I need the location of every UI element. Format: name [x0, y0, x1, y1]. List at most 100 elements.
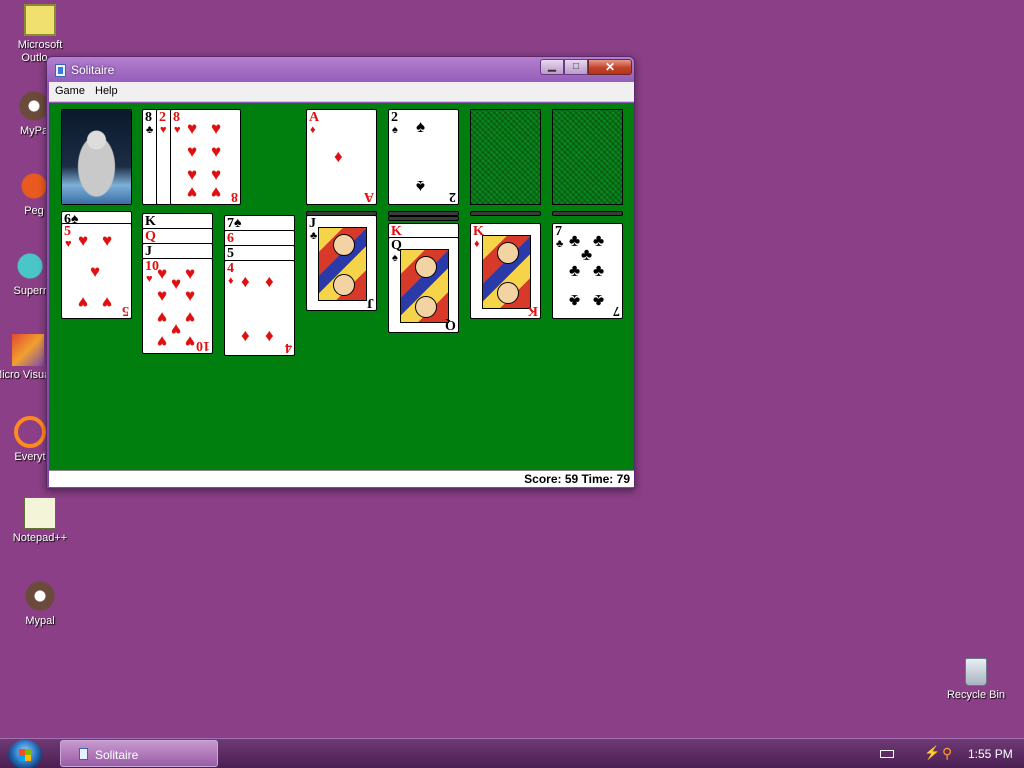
- card-suit: ♥: [160, 124, 167, 136]
- card-pip: ♥: [185, 308, 196, 327]
- visual-studio-icon: [12, 334, 44, 366]
- card-pip: ♣: [581, 245, 593, 264]
- menu-game[interactable]: Game: [55, 85, 85, 97]
- card-rank-bottom: J: [367, 295, 374, 310]
- card-pip: ♥: [78, 231, 89, 250]
- card-suit: ♣: [310, 230, 318, 242]
- system-clock[interactable]: 1:55 PM: [968, 747, 1013, 761]
- taskbar-button-label: Solitaire: [95, 748, 139, 762]
- tableau-4-top-card[interactable]: J ♣ J: [306, 215, 377, 311]
- card-rank: 7: [555, 224, 562, 239]
- card-pip: ♥: [187, 119, 198, 138]
- card-pip: ♠: [416, 177, 426, 196]
- card-rank: A: [309, 110, 320, 125]
- card-rank-bottom: 4: [285, 340, 292, 355]
- card-pip: ♥: [157, 264, 168, 283]
- card-pip: ♦: [265, 326, 274, 345]
- foundation-1[interactable]: A ♦ ♦ A: [306, 109, 377, 205]
- card-pip: ♥: [185, 286, 196, 305]
- facedown-edge: [470, 211, 541, 216]
- card-rank: 5: [227, 246, 234, 261]
- taskbar-button-solitaire[interactable]: Solitaire: [60, 740, 218, 767]
- keyboard-icon[interactable]: [880, 750, 894, 758]
- desktop-icon-notepadpp[interactable]: Notepad++: [0, 497, 80, 545]
- waste-top-card[interactable]: 8 ♥ ♥ ♥ ♥ ♥ ♥ ♥ ♥ ♥ 8: [170, 109, 241, 205]
- search-icon[interactable]: ⚲: [942, 745, 956, 761]
- game-table[interactable]: 8 ♣ 2 ♥ 8 ♥ ♥ ♥ ♥ ♥ ♥ ♥ ♥ ♥ 8 A ♦ ♦ A 2: [49, 103, 634, 471]
- foundation-3-empty[interactable]: [470, 109, 541, 205]
- maximize-button[interactable]: □: [564, 59, 588, 75]
- minimize-button[interactable]: ▁: [540, 59, 564, 75]
- card-rank-bottom: 7: [613, 303, 620, 318]
- close-icon: ✕: [604, 60, 616, 74]
- card-suit: ♦: [228, 275, 234, 287]
- card-pip: ♠: [416, 117, 426, 136]
- card-pip: ♥: [157, 332, 168, 351]
- card-rank: 5: [64, 224, 71, 239]
- card-suit: ♠: [392, 252, 398, 264]
- stock-pile[interactable]: [61, 109, 132, 205]
- card-pip: ♣: [569, 231, 581, 250]
- maximize-icon: □: [572, 61, 580, 72]
- card-suit: ♣: [146, 124, 154, 136]
- card-suit: ♥: [146, 273, 153, 285]
- recycle-bin-icon: [965, 658, 987, 686]
- card-pip: ♥: [185, 332, 196, 351]
- facedown-edge: [552, 211, 623, 216]
- king-face-art: [482, 235, 531, 309]
- desktop-icon-mypal[interactable]: Mypal: [0, 580, 80, 628]
- menu-help[interactable]: Help: [95, 85, 118, 97]
- card-rank: 8: [145, 110, 152, 125]
- globe-icon: [14, 250, 46, 282]
- solitaire-window[interactable]: Solitaire ▁ □ ✕ Game Help 8 ♣ 2 ♥ 8 ♥ ♥ …: [46, 56, 635, 489]
- card-rank-bottom: 5: [122, 303, 129, 318]
- card-pip: ♥: [187, 142, 198, 161]
- menu-bar: Game Help: [49, 82, 634, 102]
- card-pip: ♦: [265, 272, 274, 291]
- card-suit: ♥: [65, 238, 72, 250]
- tableau-1-top-card[interactable]: 5 ♥ ♥ ♥ ♥ ♥ ♥ 5: [61, 223, 132, 319]
- card-pip: ♥: [187, 183, 198, 202]
- card-rank-bottom: 2: [449, 189, 456, 204]
- taskbar: Solitaire ⚡ ⚲ 1:55 PM: [0, 738, 1024, 768]
- card-suit: ♦: [310, 124, 316, 136]
- tableau-6-top-card[interactable]: K ♦ K: [470, 223, 541, 319]
- card-rank: Q: [145, 229, 156, 244]
- card-pip: ♥: [90, 262, 101, 281]
- astronaut-card-back: [62, 110, 131, 204]
- foundation-4-empty[interactable]: [552, 109, 623, 205]
- foundation-2[interactable]: 2 ♠ ♠ ♠ 2: [388, 109, 459, 205]
- raccoon-icon: [24, 580, 56, 612]
- solitaire-app-icon: [55, 64, 66, 77]
- card-pip: ♥: [78, 293, 89, 312]
- card-rank: 4: [227, 261, 234, 276]
- card-rank: J: [145, 244, 152, 259]
- tableau-2-top-card[interactable]: 10 ♥ ♥ ♥ ♥ ♥ ♥ ♥ ♥ ♥ ♥ ♥ 10: [142, 258, 213, 354]
- card-rank-bottom: 8: [231, 189, 238, 204]
- tableau-7-top-card[interactable]: 7 ♣ ♣ ♣ ♣ ♣ ♣ ♣ ♣ 7: [552, 223, 623, 319]
- desktop-icon-recycle-bin[interactable]: Recycle Bin: [936, 658, 1016, 702]
- tableau-5-top-card[interactable]: Q ♠ Q: [388, 237, 459, 333]
- network-icon[interactable]: ⚡: [924, 746, 940, 760]
- card-suit: ♠: [392, 124, 398, 136]
- card-pip: ♥: [211, 165, 222, 184]
- card-suit: ♣: [556, 238, 564, 250]
- card-pip: ♥: [211, 142, 222, 161]
- title-bar[interactable]: Solitaire ▁ □ ✕: [47, 57, 634, 83]
- card-pip: ♣: [593, 261, 605, 280]
- score-time-readout: Score: 59 Time: 79: [524, 472, 630, 486]
- start-button[interactable]: [8, 740, 42, 768]
- card-pip: ♣: [593, 291, 605, 310]
- tableau-3-top-card[interactable]: 4 ♦ ♦ ♦ ♦ ♦ 4: [224, 260, 295, 356]
- card-pip: ♦: [241, 326, 250, 345]
- card-rank-bottom: A: [363, 189, 374, 204]
- card-suit: ♦: [474, 238, 480, 250]
- card-pip: ♥: [171, 320, 182, 339]
- card-pip: ♥: [211, 183, 222, 202]
- close-button[interactable]: ✕: [588, 59, 632, 75]
- card-rank-bottom: 10: [196, 338, 210, 353]
- card-pip: ♣: [593, 231, 605, 250]
- outlook-icon: [24, 4, 56, 36]
- card-pip: ♥: [102, 293, 113, 312]
- card-rank: K: [145, 214, 156, 229]
